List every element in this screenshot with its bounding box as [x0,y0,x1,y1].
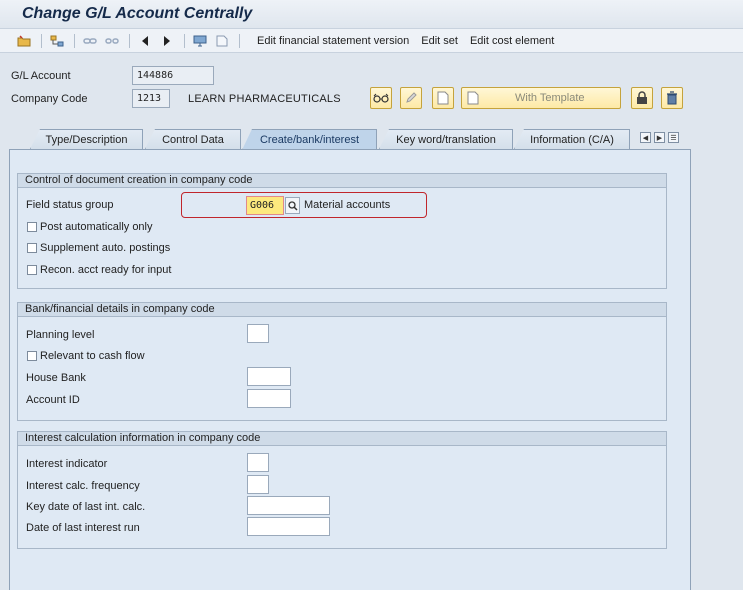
field-status-group-input[interactable]: G006 [246,196,284,215]
tab-information-ca[interactable]: Information (C/A) [514,129,630,149]
account-id-label: Account ID [26,394,80,406]
tab-strip: Type/Description Control Data Create/ban… [9,129,709,150]
tab-create-bank-interest[interactable]: Create/bank/interest [242,129,377,150]
account-id-input[interactable] [247,389,291,408]
interest-frequency-label: Interest calc. frequency [26,480,140,492]
link-icon[interactable] [80,32,100,50]
key-date-input[interactable] [247,496,330,515]
pencil-icon [406,92,417,103]
field-status-group-label: Field status group [26,199,114,211]
edit-cost-element-button[interactable]: Edit cost element [470,35,554,47]
bank-details-title: Bank/financial details in company code [18,303,666,317]
template-page-icon [467,91,479,105]
edit-button[interactable] [400,87,422,109]
interest-frequency-input[interactable] [247,475,269,494]
recon-acct-checkbox[interactable] [27,265,37,275]
relevant-cash-flow-checkbox[interactable] [27,351,37,361]
planning-level-label: Planning level [26,329,95,341]
edit-set-button[interactable]: Edit set [421,35,458,47]
page-icon[interactable] [212,32,232,50]
last-interest-run-label: Date of last interest run [26,522,140,534]
tab-list-icon[interactable]: ☰ [668,132,679,143]
window-title: Change G/L Account Centrally [22,5,253,22]
toolbar-separator [41,33,42,48]
with-template-label: With Template [515,92,585,104]
header-area: G/L Account 144886 Company Code 1213 LEA… [0,53,743,129]
tab-key-word-translation[interactable]: Key word/translation [379,129,513,149]
tab-control-data[interactable]: Control Data [145,129,241,149]
relevant-cash-flow-label: Relevant to cash flow [40,350,145,362]
interest-title: Interest calculation information in comp… [18,432,666,446]
key-date-label: Key date of last int. calc. [26,501,146,513]
lock-button[interactable] [631,87,653,109]
arrow-left-icon[interactable] [135,32,155,50]
house-bank-input[interactable] [247,367,291,386]
tab-scroll-right-icon[interactable]: ▶ [654,132,665,143]
arrow-right-icon[interactable] [157,32,177,50]
post-automatically-label: Post automatically only [40,221,153,233]
recon-acct-label: Recon. acct ready for input [40,264,172,276]
trash-icon [667,91,677,105]
interest-indicator-input[interactable] [247,453,269,472]
search-icon[interactable] [285,197,300,214]
supplement-auto-postings-checkbox[interactable] [27,243,37,253]
gl-account-label: G/L Account [11,70,71,82]
tab-type-description[interactable]: Type/Description [30,129,143,149]
doc-creation-title: Control of document creation in company … [18,174,666,188]
toolbar-separator [74,33,75,48]
supplement-auto-postings-label: Supplement auto. postings [40,242,171,254]
with-template-button[interactable]: With Template [461,87,621,109]
post-automatically-checkbox[interactable] [27,222,37,232]
toolbar-separator [129,33,130,48]
company-code-label: Company Code [11,93,88,105]
unlink-icon[interactable] [102,32,122,50]
toolbar-separator [239,33,240,48]
create-button[interactable] [432,87,454,109]
display-icon[interactable] [190,32,210,50]
toolbar-separator [184,33,185,48]
tab-scroll-left-icon[interactable]: ◀ [640,132,651,143]
interest-indicator-label: Interest indicator [26,458,108,470]
company-name: LEARN PHARMACEUTICALS [188,93,341,105]
title-bar: Change G/L Account Centrally [0,0,743,29]
house-bank-label: House Bank [26,372,86,384]
folder-icon[interactable] [14,32,34,50]
field-status-group-description: Material accounts [304,199,391,211]
delete-button[interactable] [661,87,683,109]
glasses-button[interactable] [370,87,392,109]
lock-icon [637,91,647,104]
glasses-icon [373,93,389,103]
company-code-field[interactable]: 1213 [132,89,170,108]
blank-page-icon [437,91,449,105]
application-toolbar: Edit financial statement version Edit se… [0,29,743,53]
edit-financial-statement-version-button[interactable]: Edit financial statement version [257,35,409,47]
hierarchy-icon[interactable] [47,32,67,50]
planning-level-input[interactable] [247,324,269,343]
last-interest-run-input[interactable] [247,517,330,536]
gl-account-field[interactable]: 144886 [132,66,214,85]
